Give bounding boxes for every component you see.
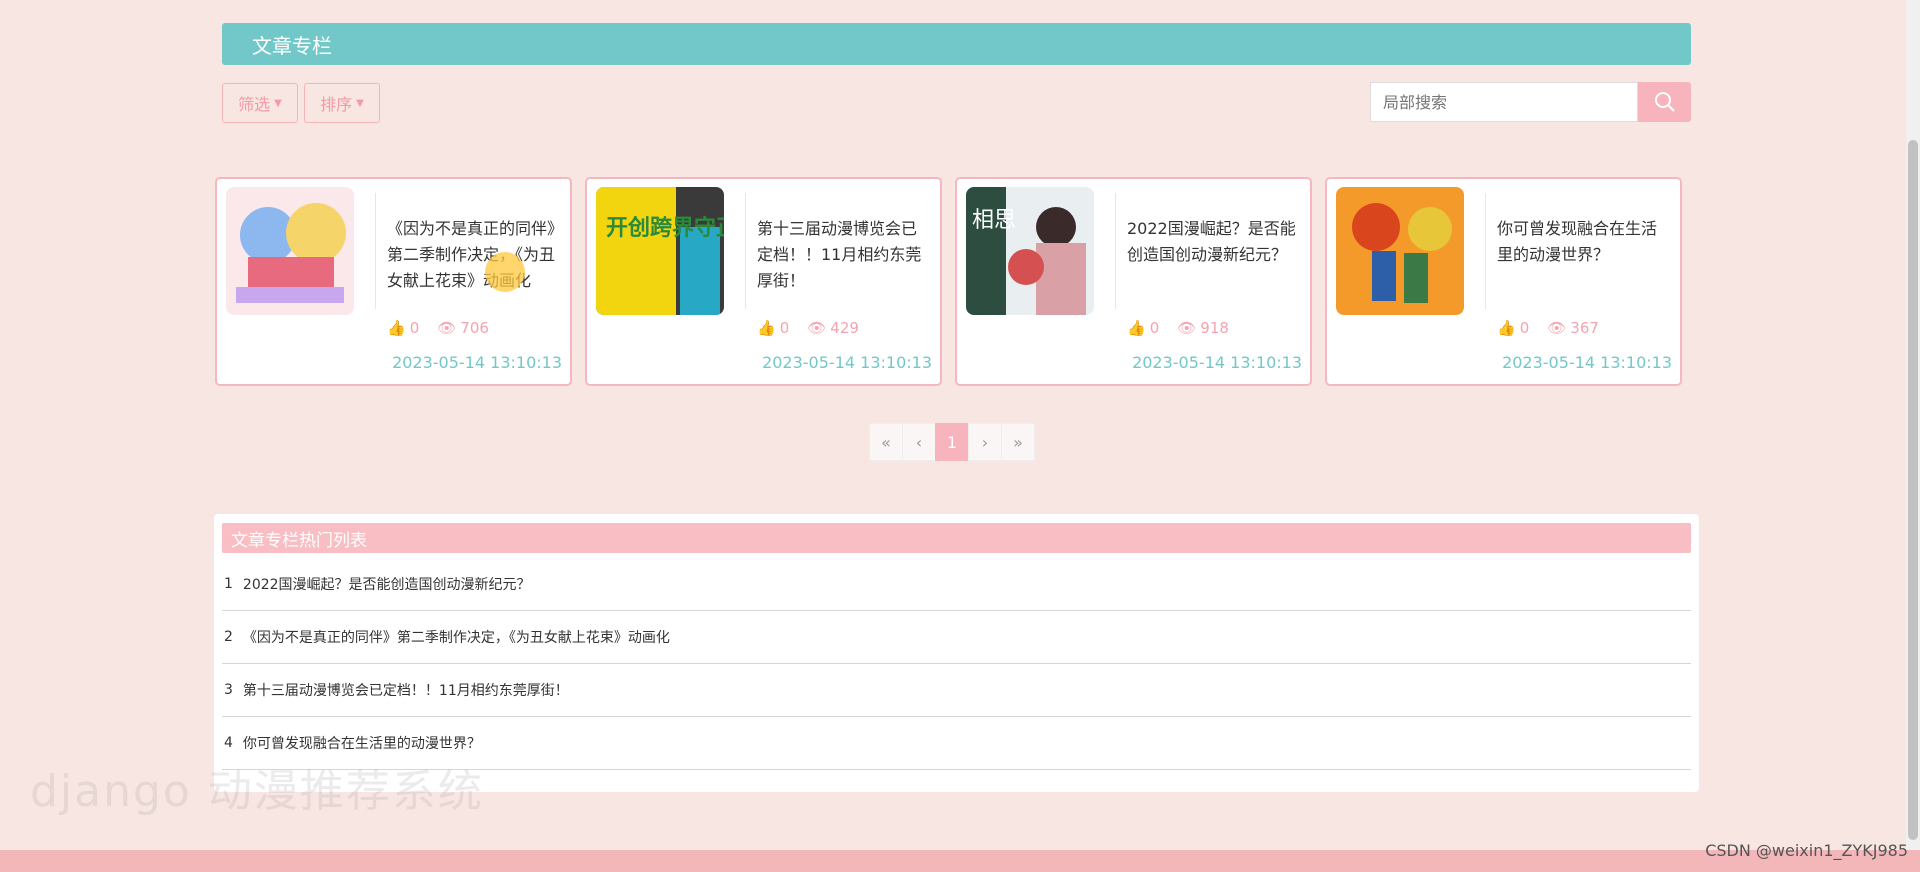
page-first-button[interactable]: « bbox=[869, 423, 903, 461]
view-count: 367 bbox=[1570, 319, 1599, 337]
hot-list-panel: 文章专栏热门列表 1 2022国漫崛起？是否能创造国创动漫新纪元？ 2 《因为不… bbox=[214, 514, 1699, 792]
article-stats: 👍 0 👁 429 bbox=[757, 319, 859, 337]
thumbs-up-icon[interactable]: 👍 bbox=[1127, 319, 1146, 337]
like-count: 0 bbox=[1519, 319, 1530, 337]
caret-down-icon: ▼ bbox=[274, 97, 282, 109]
page-current-button[interactable]: 1 bbox=[935, 423, 969, 461]
card-divider bbox=[375, 193, 376, 309]
search-input[interactable] bbox=[1370, 82, 1638, 122]
scrollbar-thumb[interactable] bbox=[1908, 140, 1918, 840]
page-scrollbar[interactable] bbox=[1906, 0, 1920, 872]
hot-item-index: 2 bbox=[224, 629, 233, 645]
article-date: 2023-05-14 13:10:13 bbox=[392, 353, 562, 372]
card-divider bbox=[1485, 193, 1486, 309]
hot-item-text[interactable]: 《因为不是真正的同伴》第二季制作决定，《为丑女献上花束》动画化 bbox=[243, 627, 670, 647]
eye-icon: 👁 bbox=[807, 319, 827, 337]
eye-icon: 👁 bbox=[437, 319, 457, 337]
article-stats: 👍 0 👁 367 bbox=[1497, 319, 1599, 337]
hot-item-index: 1 bbox=[224, 576, 233, 592]
watermark-text: django 动漫推荐系统 bbox=[30, 766, 484, 817]
view-count: 429 bbox=[830, 319, 859, 337]
article-title[interactable]: 第十三届动漫博览会已定档！！11月相约东莞厚街！ bbox=[757, 216, 932, 294]
eye-icon: 👁 bbox=[1547, 319, 1567, 337]
page-next-button[interactable]: › bbox=[968, 423, 1002, 461]
sort-label: 排序 bbox=[320, 95, 353, 114]
article-title[interactable]: 《因为不是真正的同伴》第二季制作决定，《为丑女献上花束》动画化 bbox=[387, 216, 562, 294]
eye-icon: 👁 bbox=[1177, 319, 1197, 337]
article-title[interactable]: 2022国漫崛起？是否能创造国创动漫新纪元？ bbox=[1127, 216, 1302, 268]
article-thumbnail[interactable] bbox=[226, 187, 354, 315]
like-count: 0 bbox=[779, 319, 790, 337]
view-count: 706 bbox=[460, 319, 489, 337]
like-count: 0 bbox=[409, 319, 420, 337]
view-count: 918 bbox=[1200, 319, 1229, 337]
search-icon bbox=[1654, 92, 1675, 112]
filter-label: 筛选 bbox=[238, 95, 271, 114]
hot-list-item[interactable]: 1 2022国漫崛起？是否能创造国创动漫新纪元？ bbox=[222, 558, 1691, 611]
article-stats: 👍 0 👁 918 bbox=[1127, 319, 1229, 337]
filter-dropdown-button[interactable]: 筛选 ▼ bbox=[222, 83, 298, 123]
article-thumbnail[interactable] bbox=[1336, 187, 1464, 315]
thumbs-up-icon[interactable]: 👍 bbox=[387, 319, 406, 337]
card-divider bbox=[745, 193, 746, 309]
hot-list-title: 文章专栏热门列表 bbox=[222, 523, 1691, 553]
article-card[interactable]: 你可曾发现融合在生活里的动漫世界？ 👍 0 👁 367 2023-05-14 13:… bbox=[1325, 177, 1682, 386]
hot-item-index: 4 bbox=[224, 735, 233, 751]
article-thumbnail[interactable]: 开创跨界守正 bbox=[596, 187, 724, 315]
like-count: 0 bbox=[1149, 319, 1160, 337]
article-thumbnail[interactable]: 相思 bbox=[966, 187, 1094, 315]
section-header: 文章专栏 bbox=[222, 23, 1691, 65]
hot-item-text[interactable]: 2022国漫崛起？是否能创造国创动漫新纪元？ bbox=[243, 574, 531, 594]
article-date: 2023-05-14 13:10:13 bbox=[762, 353, 932, 372]
article-title[interactable]: 你可曾发现融合在生活里的动漫世界？ bbox=[1497, 216, 1672, 268]
article-card[interactable]: 相思 2022国漫崛起？是否能创造国创动漫新纪元？ 👍 0 👁 918 2023-0… bbox=[955, 177, 1312, 386]
thumbnail-text: 开创跨界守正 bbox=[606, 215, 724, 241]
article-stats: 👍 0 👁 706 bbox=[387, 319, 489, 337]
cursor-highlight bbox=[485, 252, 525, 292]
pagination: « ‹ 1 › » bbox=[869, 423, 1035, 461]
sort-dropdown-button[interactable]: 排序 ▼ bbox=[304, 83, 380, 123]
footer-bar bbox=[0, 850, 1920, 872]
article-date: 2023-05-14 13:10:13 bbox=[1502, 353, 1672, 372]
page-prev-button[interactable]: ‹ bbox=[902, 423, 936, 461]
hot-item-text[interactable]: 第十三届动漫博览会已定档！！11月相约东莞厚街！ bbox=[243, 680, 569, 700]
page-last-button[interactable]: » bbox=[1001, 423, 1035, 461]
thumbs-up-icon[interactable]: 👍 bbox=[1497, 319, 1516, 337]
caret-down-icon: ▼ bbox=[356, 97, 364, 109]
hot-item-index: 3 bbox=[224, 682, 233, 698]
csdn-watermark: CSDN @weixin1_ZYKJ985 bbox=[1705, 841, 1908, 860]
hot-list-item[interactable]: 2 《因为不是真正的同伴》第二季制作决定，《为丑女献上花束》动画化 bbox=[222, 611, 1691, 664]
hot-item-text[interactable]: 你可曾发现融合在生活里的动漫世界？ bbox=[243, 733, 481, 753]
search-button[interactable] bbox=[1638, 82, 1691, 122]
card-divider bbox=[1115, 193, 1116, 309]
thumbs-up-icon[interactable]: 👍 bbox=[757, 319, 776, 337]
article-card[interactable]: 开创跨界守正 第十三届动漫博览会已定档！！11月相约东莞厚街！ 👍0 👁429 … bbox=[585, 177, 942, 386]
thumbnail-text: 相思 bbox=[972, 208, 1016, 233]
article-date: 2023-05-14 13:10:13 bbox=[1132, 353, 1302, 372]
hot-list-item[interactable]: 3 第十三届动漫博览会已定档！！11月相约东莞厚街！ bbox=[222, 664, 1691, 717]
section-title: 文章专栏 bbox=[252, 33, 332, 58]
